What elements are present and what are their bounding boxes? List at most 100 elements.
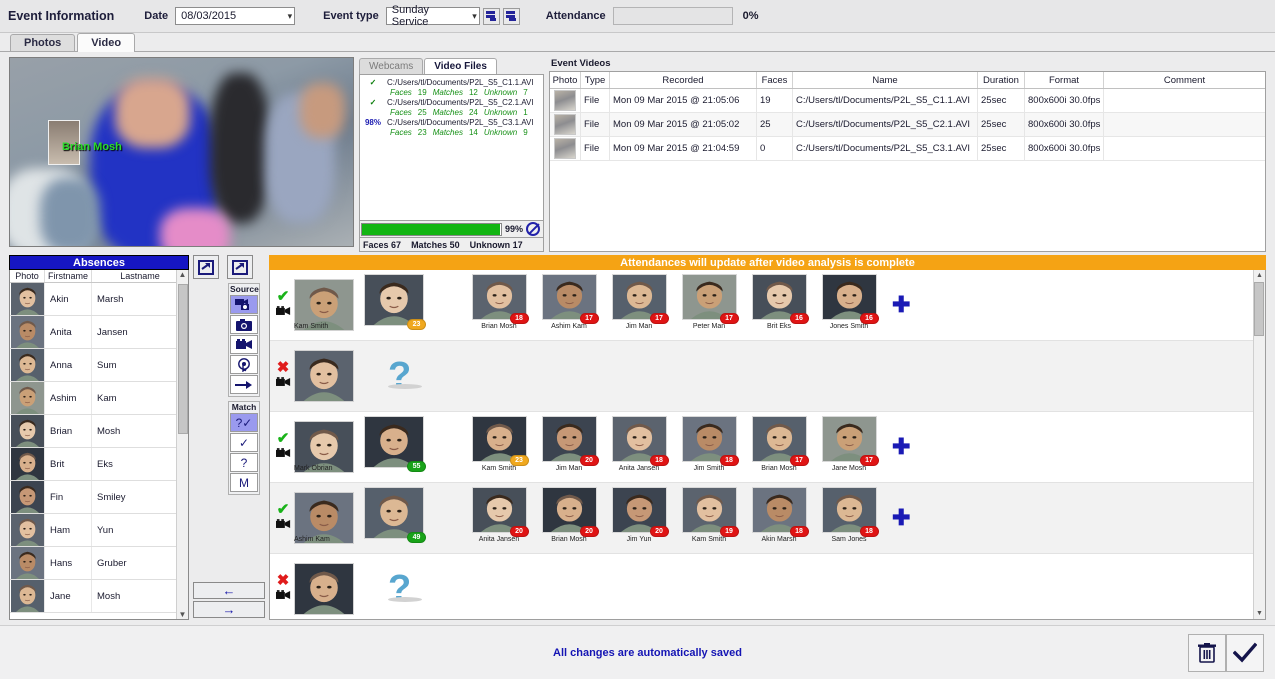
source-filter-next-arrow-icon[interactable] [230,375,258,394]
status-check-icon[interactable]: ✔ [277,502,290,517]
table-row[interactable]: File Mon 09 Mar 2015 @ 21:05:06 19 C:/Us… [550,89,1265,113]
unknown-match-placeholder[interactable]: ? [358,357,448,395]
match-filter-unknown-icon[interactable]: ? [230,453,258,472]
candidate-match[interactable]: 16 Brit Eks [746,274,812,336]
table-row[interactable]: Hans Gruber [10,547,188,580]
column-lastname[interactable]: Lastname [92,270,188,282]
match-filter-unsure-icon[interactable]: ?✓ [230,413,258,432]
candidate-match[interactable]: 20 Brian Mosh [536,487,602,549]
video-camera-icon[interactable] [275,448,291,461]
add-match-icon[interactable]: ✚ [892,292,910,318]
scroll-down-arrow[interactable]: ▼ [1256,610,1263,617]
tab-photos[interactable]: Photos [10,34,76,51]
candidate-match[interactable]: 18 Sam Jones [816,487,882,549]
column-recorded[interactable]: Recorded [610,72,757,88]
best-match-candidate[interactable]: 49 [358,487,430,549]
tab-video-files[interactable]: Video Files [424,58,497,74]
candidate-match[interactable]: 17 Ashim Kam [536,274,602,336]
source-face[interactable] [294,350,354,402]
table-row[interactable]: Ashim Kam [10,382,188,415]
candidate-match[interactable]: 20 Anita Jansen [466,487,532,549]
best-match-candidate[interactable]: 23 [358,274,430,336]
tab-video[interactable]: Video [77,33,136,52]
list-item[interactable]: ✓ C:/Users/tl/Documents/P2L_S5_C1.1.AVI … [362,78,541,98]
source-face[interactable] [294,563,354,615]
status-cross-icon[interactable]: ✖ [277,360,290,375]
column-duration[interactable]: Duration [978,72,1025,88]
confirm-button[interactable] [1226,633,1264,672]
add-match-icon[interactable]: ✚ [892,505,910,531]
table-row[interactable]: Brian Mosh [10,415,188,448]
cell-comment[interactable] [1104,137,1265,160]
cell-comment[interactable] [1104,89,1265,112]
previous-page-button[interactable]: ← [193,582,265,599]
candidate-match[interactable]: 18 Anita Jansen [606,416,672,478]
column-format[interactable]: Format [1025,72,1104,88]
attendance-row[interactable]: ✖? [270,554,1265,619]
attendance-row[interactable]: ✔ 23 18 Brian Mosh 17 Ashim Kam 17 Jim Man 17 Pet… [270,270,1265,341]
table-row[interactable]: File Mon 09 Mar 2015 @ 21:04:59 0 C:/Use… [550,137,1265,161]
list-item[interactable]: ✓ C:/Users/tl/Documents/P2L_S5_C2.1.AVI … [362,98,541,118]
add-match-icon[interactable]: ✚ [892,434,910,460]
absences-row-list[interactable]: Akin Marsh Anita Jansen Anna Sum Ashim Kam Brian… [10,283,188,619]
video-files-list[interactable]: ✓ C:/Users/tl/Documents/P2L_S5_C1.1.AVI … [359,74,544,221]
source-filter-all-icon[interactable] [230,295,258,314]
match-filter-manual-icon[interactable]: M [230,473,258,492]
next-page-button[interactable]: → [193,601,265,618]
attendance-row[interactable]: ✖? [270,341,1265,412]
candidate-match[interactable]: 20 Jim Man [536,416,602,478]
attendance-field[interactable] [612,7,733,25]
candidate-match[interactable]: 16 Jones Smith [816,274,882,336]
attendance-row[interactable]: ✔ 49 20 Anita Jansen 20 Brian Mosh 20 Jim Yun 19… [270,483,1265,554]
candidate-match[interactable]: 19 Kam Smith [676,487,742,549]
video-camera-icon[interactable] [275,590,291,603]
candidate-match[interactable]: 23 Kam Smith [466,416,532,478]
scroll-thumb[interactable] [1254,282,1264,336]
unknown-match-placeholder[interactable]: ? [358,570,448,608]
absences-scrollbar[interactable]: ▲ ▼ [176,270,188,619]
grid-scrollbar[interactable]: ▲ ▼ [1253,270,1265,619]
tab-webcams[interactable]: Webcams [359,58,424,74]
stop-icon[interactable] [526,222,540,236]
column-firstname[interactable]: Firstname [45,270,92,282]
table-row[interactable]: Anna Sum [10,349,188,382]
event-type-select[interactable]: Sunday Service ▾ [385,4,480,28]
candidate-match[interactable]: 18 Akin Marsh [746,487,812,549]
export-absences-button[interactable] [193,255,219,279]
table-row[interactable]: Jane Mosh [10,580,188,613]
candidate-match[interactable]: 20 Jim Yun [606,487,672,549]
table-row[interactable]: Brit Eks [10,448,188,481]
attendance-grid[interactable]: ✔ 23 18 Brian Mosh 17 Ashim Kam 17 Jim Man 17 Pet… [269,270,1266,620]
column-photo[interactable]: Photo [550,72,581,88]
source-filter-video-icon[interactable] [230,335,258,354]
match-filter-confirmed-icon[interactable]: ✓ [230,433,258,452]
list-item[interactable]: 98% C:/Users/tl/Documents/P2L_S5_C3.1.AV… [362,118,541,138]
column-type[interactable]: Type [581,72,610,88]
column-photo[interactable]: Photo [10,270,45,282]
video-preview[interactable]: Brian Mosh [9,57,354,247]
scroll-up-arrow[interactable]: ▲ [179,270,187,279]
event-videos-table[interactable]: Photo Type Recorded Faces Name Duration … [549,71,1266,252]
export-attendances-button[interactable] [227,255,253,279]
date-input[interactable]: 08/03/2015 ▾ [175,7,296,25]
candidate-match[interactable]: 17 Jane Mosh [816,416,882,478]
table-row[interactable]: File Mon 09 Mar 2015 @ 21:05:02 25 C:/Us… [550,113,1265,137]
table-row[interactable]: Ham Yun [10,514,188,547]
source-filter-manual-icon[interactable] [230,355,258,374]
cell-comment[interactable] [1104,113,1265,136]
best-match-candidate[interactable]: 55 [358,416,430,478]
scroll-up-arrow[interactable]: ▲ [1256,272,1263,279]
candidate-match[interactable]: 18 Jim Smith [676,416,742,478]
status-check-icon[interactable]: ✔ [277,431,290,446]
status-check-icon[interactable]: ✔ [277,289,290,304]
column-faces[interactable]: Faces [757,72,793,88]
candidate-match[interactable]: 17 Brian Mosh [746,416,812,478]
column-comment[interactable]: Comment [1104,72,1265,88]
table-row[interactable]: Anita Jansen [10,316,188,349]
source-filter-photo-icon[interactable] [230,315,258,334]
edit-event-type-button[interactable] [502,7,520,25]
video-camera-icon[interactable] [275,306,291,319]
scroll-thumb[interactable] [177,284,188,434]
absences-table[interactable]: Photo Firstname Lastname Akin Marsh Anita J… [9,270,189,620]
table-row[interactable]: Fin Smiley [10,481,188,514]
